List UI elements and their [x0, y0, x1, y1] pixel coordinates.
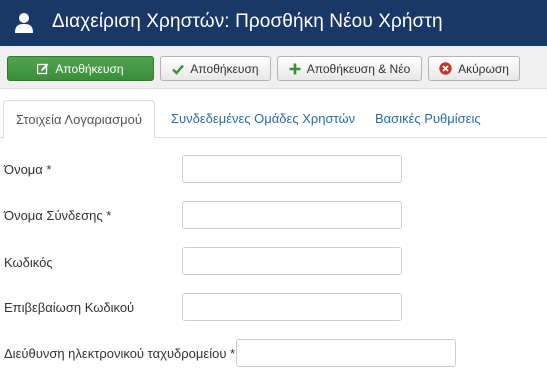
- toolbar: Αποθήκευση Αποθήκευση Αποθήκευση & Νέο Α…: [0, 46, 547, 89]
- edit-icon: [37, 63, 49, 74]
- page-header: Διαχείριση Χρηστών: Προσθήκη Νέου Χρήστη: [0, 0, 547, 46]
- password-label: Κωδικός: [4, 255, 53, 270]
- plus-icon: [289, 63, 301, 74]
- tab-basic-settings[interactable]: Βασικές Ρυθμίσεις: [363, 100, 493, 138]
- user-icon: [15, 13, 33, 33]
- page-title: Διαχείριση Χρηστών: Προσθήκη Νέου Χρήστη: [52, 11, 443, 32]
- save-close-button-label: Αποθήκευση: [55, 61, 124, 76]
- save-close-button[interactable]: Αποθήκευση: [7, 56, 154, 81]
- cancel-icon: [439, 62, 452, 75]
- name-label: Όνομα *: [4, 162, 52, 177]
- save-new-button-label: Αποθήκευση & Νέο: [306, 61, 411, 76]
- confirm-password-field[interactable]: [182, 293, 402, 321]
- tab-assigned-user-groups[interactable]: Συνδεδεμένες Ομάδες Χρηστών: [159, 100, 367, 138]
- save-button[interactable]: Αποθήκευση: [160, 56, 271, 81]
- save-new-button[interactable]: Αποθήκευση & Νέο: [277, 56, 422, 81]
- name-field[interactable]: [182, 155, 402, 183]
- confirm-password-label: Επιβεβαίωση Κωδικού: [4, 300, 135, 315]
- email-label: Διεύθυνση ηλεκτρονικού ταχυδρομείου *: [4, 346, 236, 361]
- password-field[interactable]: [182, 247, 402, 275]
- username-field[interactable]: [182, 201, 402, 229]
- cancel-button-label: Ακύρωση: [458, 61, 509, 76]
- tab-bar: Στοιχεία Λογαριασμού Συνδεδεμένες Ομάδες…: [0, 100, 547, 139]
- save-button-label: Αποθήκευση: [190, 61, 259, 76]
- tab-account-details[interactable]: Στοιχεία Λογαριασμού: [3, 100, 155, 139]
- cancel-button[interactable]: Ακύρωση: [428, 56, 520, 81]
- email-field[interactable]: [236, 339, 456, 367]
- check-icon: [172, 64, 185, 75]
- username-label: Όνομα Σύνδεσης *: [4, 208, 112, 223]
